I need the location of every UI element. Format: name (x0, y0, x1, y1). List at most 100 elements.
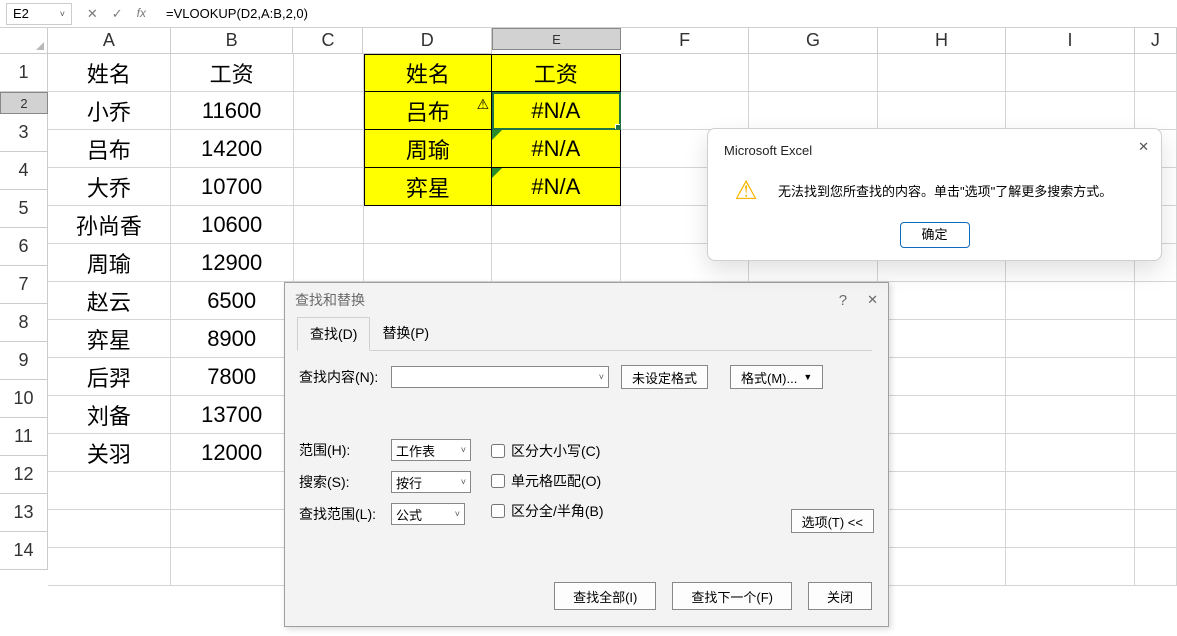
cell[interactable] (1006, 472, 1135, 510)
cell[interactable] (749, 54, 878, 92)
cell[interactable]: 工资 (171, 54, 294, 92)
scope-select[interactable]: 工作表 ˅ (391, 439, 471, 461)
cell[interactable] (878, 510, 1007, 548)
find-all-button[interactable]: 查找全部(I) (554, 582, 656, 610)
cell[interactable] (878, 548, 1007, 586)
checkbox-match-case[interactable]: 区分大小写(C) (491, 441, 604, 461)
cancel-icon[interactable]: ✕ (87, 6, 98, 22)
cell[interactable] (878, 282, 1007, 320)
cell[interactable] (48, 472, 171, 510)
lookin-select[interactable]: 公式 ˅ (391, 503, 465, 525)
tab-find[interactable]: 查找(D) (297, 317, 370, 351)
cell[interactable] (364, 206, 493, 244)
cell[interactable]: 关羽 (48, 434, 171, 472)
cell[interactable]: #N/A (492, 168, 621, 206)
close-icon[interactable]: ✕ (867, 292, 878, 308)
row-header-6[interactable]: 6 (0, 228, 48, 266)
cell[interactable] (1135, 510, 1177, 548)
row-header-8[interactable]: 8 (0, 304, 48, 342)
cell[interactable]: 弈星 (364, 168, 493, 206)
cell[interactable] (1006, 434, 1135, 472)
cell[interactable]: #N/A (492, 92, 621, 130)
checkbox-whole-cell[interactable]: 单元格匹配(O) (491, 471, 604, 491)
cell[interactable] (364, 244, 493, 282)
search-select[interactable]: 按行 ˅ (391, 471, 471, 493)
cell[interactable] (1135, 472, 1177, 510)
cell[interactable] (749, 92, 878, 130)
cell[interactable] (1006, 282, 1135, 320)
cell[interactable] (1135, 320, 1177, 358)
cell[interactable] (1135, 434, 1177, 472)
cell[interactable] (1006, 54, 1135, 92)
cell[interactable] (621, 54, 750, 92)
cell[interactable] (294, 54, 364, 92)
cell[interactable]: 周瑜 (364, 130, 493, 168)
col-header-J[interactable]: J (1135, 28, 1177, 54)
row-header-5[interactable]: 5 (0, 190, 48, 228)
cell[interactable]: 姓名 (364, 54, 493, 92)
cell[interactable] (1135, 358, 1177, 396)
error-indicator-icon[interactable]: ⚠ (477, 96, 490, 113)
col-header-H[interactable]: H (878, 28, 1006, 54)
cell[interactable] (171, 510, 294, 548)
cell[interactable]: 10600 (171, 206, 294, 244)
cell[interactable]: 14200 (171, 130, 294, 168)
cell[interactable] (1006, 510, 1135, 548)
cell[interactable] (878, 434, 1007, 472)
row-header-14[interactable]: 14 (0, 532, 48, 570)
cell[interactable]: 8900 (171, 320, 294, 358)
find-next-button[interactable]: 查找下一个(F) (672, 582, 792, 610)
select-all-triangle[interactable] (0, 28, 48, 54)
cell[interactable] (171, 548, 294, 586)
cell[interactable] (48, 510, 171, 548)
cell[interactable] (878, 358, 1007, 396)
cell[interactable] (1006, 396, 1135, 434)
cell[interactable]: 13700 (171, 396, 294, 434)
checkbox-input[interactable] (491, 474, 505, 488)
cell[interactable] (878, 396, 1007, 434)
close-icon[interactable]: ✕ (1138, 139, 1149, 155)
cell[interactable] (878, 320, 1007, 358)
format-button[interactable]: 格式(M)... ▼ (730, 365, 823, 389)
col-header-D[interactable]: D (363, 28, 491, 54)
row-header-3[interactable]: 3 (0, 114, 48, 152)
cell[interactable]: 赵云 (48, 282, 171, 320)
row-header-10[interactable]: 10 (0, 380, 48, 418)
chevron-down-icon[interactable]: ˅ (599, 372, 604, 382)
cell[interactable]: 姓名 (48, 54, 171, 92)
options-button[interactable]: 选项(T) << (791, 509, 874, 533)
cell[interactable]: 11600 (171, 92, 294, 130)
ok-button[interactable]: 确定 (900, 222, 970, 248)
name-box[interactable]: E2 ˅ (6, 3, 72, 25)
checkbox-full-half-width[interactable]: 区分全/半角(B) (491, 501, 604, 521)
cell[interactable]: 弈星 (48, 320, 171, 358)
cell[interactable]: 7800 (171, 358, 294, 396)
cell[interactable]: 小乔 (48, 92, 171, 130)
cell[interactable] (621, 92, 750, 130)
cell[interactable] (1135, 396, 1177, 434)
row-header-9[interactable]: 9 (0, 342, 48, 380)
cell[interactable] (171, 472, 294, 510)
cell[interactable]: 12000 (171, 434, 294, 472)
cell[interactable]: 10700 (171, 168, 294, 206)
row-header-1[interactable]: 1 (0, 54, 48, 92)
col-header-C[interactable]: C (293, 28, 363, 54)
help-icon[interactable]: ? (839, 292, 847, 309)
row-header-4[interactable]: 4 (0, 152, 48, 190)
cell[interactable] (294, 206, 364, 244)
cell[interactable] (878, 472, 1007, 510)
col-header-E[interactable]: E (492, 28, 621, 50)
checkbox-input[interactable] (491, 504, 505, 518)
cell[interactable] (1135, 92, 1177, 130)
cell[interactable]: 6500 (171, 282, 294, 320)
cell[interactable] (294, 244, 364, 282)
col-header-B[interactable]: B (171, 28, 294, 54)
dialog-titlebar[interactable]: 查找和替换 ? ✕ (285, 283, 888, 317)
cell[interactable]: 吕布 (48, 130, 171, 168)
cell[interactable] (294, 92, 364, 130)
formula-input[interactable]: =VLOOKUP(D2,A:B,2,0) (162, 4, 1177, 23)
close-button[interactable]: 关闭 (808, 582, 872, 610)
tab-replace[interactable]: 替换(P) (370, 317, 441, 350)
cell[interactable]: #N/A (492, 130, 621, 168)
row-header-13[interactable]: 13 (0, 494, 48, 532)
